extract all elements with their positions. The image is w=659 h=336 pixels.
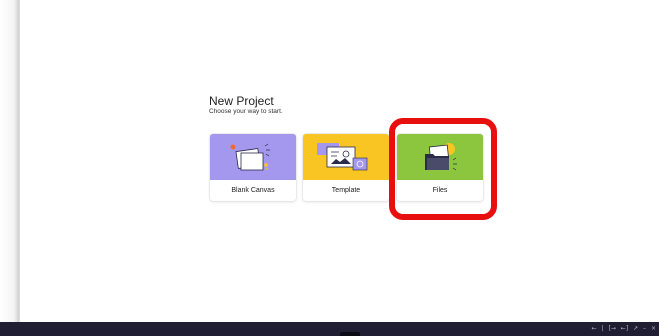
minimize-icon[interactable]: – [643,325,646,332]
blank-canvas-illustration-icon [230,143,270,171]
divider-icon: | [601,325,604,332]
highlight-annotation [389,118,497,220]
template-label: Template [331,187,361,194]
template-card[interactable]: Template [303,134,389,201]
back-arrow-icon[interactable]: ← [592,325,597,332]
blank-canvas-thumbnail [210,134,296,180]
close-icon[interactable]: × [651,325,656,332]
window-left-edge [0,0,20,322]
expand-icon[interactable]: ↗ [633,325,638,332]
template-illustration-icon [317,143,368,171]
enter-icon[interactable]: [→ [609,325,616,332]
taskbar-controls: ← | [→ ←] ↗ – × [589,324,656,334]
taskbar-center-tab[interactable] [340,332,360,336]
blank-canvas-label: Blank Canvas [231,187,275,194]
new-project-header: New Project Choose your way to start. [209,94,283,116]
blank-canvas-card[interactable]: Blank Canvas [210,134,296,201]
taskbar: ← | [→ ←] ↗ – × [0,322,659,336]
page-title: New Project [209,94,274,108]
page-subtitle: Choose your way to start. [209,108,283,115]
exit-icon[interactable]: ←] [621,325,628,332]
template-thumbnail [303,134,389,180]
